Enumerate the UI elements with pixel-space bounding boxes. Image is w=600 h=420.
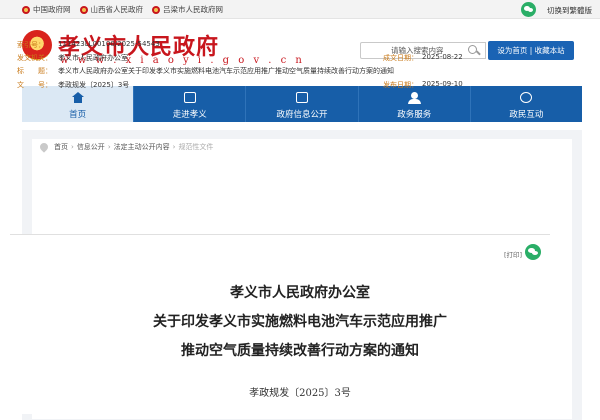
traditional-chinese-switch[interactable]: 切换到繁體版 bbox=[547, 5, 592, 16]
wechat-share-icon[interactable] bbox=[525, 244, 541, 260]
home-icon bbox=[71, 92, 84, 103]
wechat-icon[interactable] bbox=[521, 2, 536, 17]
breadcrumb-current[interactable]: 规范性文件 bbox=[178, 142, 213, 152]
nav-item-home[interactable]: 首页 bbox=[22, 86, 134, 122]
national-emblem-icon bbox=[22, 5, 30, 14]
meta-row-org: 发文机关： 孝义市人民政府办公室 成文日期： 2025-08-22 bbox=[17, 53, 527, 64]
person-icon bbox=[408, 92, 422, 104]
document-title-line: 孝义市人民政府办公室 bbox=[230, 285, 370, 301]
link-shanxi-gov[interactable]: 山西省人民政府 bbox=[79, 4, 143, 15]
breadcrumb-home[interactable]: 首页 bbox=[54, 142, 68, 152]
building-icon bbox=[183, 92, 196, 103]
meta-label: 索引号： bbox=[17, 41, 45, 49]
print-button[interactable]: [打印] bbox=[504, 249, 522, 259]
meta-row-title: 标 题： 孝义市人民政府办公室关于印发孝义市实施燃料电池汽车示范应用推广推动空气… bbox=[17, 66, 527, 77]
top-link-bar: 中国政府网 山西省人民政府 吕梁市人民政府网 切换到繁體版 bbox=[0, 0, 600, 19]
link-lvliang-gov[interactable]: 吕梁市人民政府网 bbox=[152, 4, 223, 15]
nav-item-gov-services[interactable]: 政务服务 bbox=[357, 86, 470, 122]
main-navigation: 首页 走进孝义 政府信息公开 政务服务 政民互动 bbox=[22, 86, 583, 122]
meta-value: 孝义市人民政府办公室 bbox=[58, 54, 128, 62]
breadcrumb: 首页 › 信息公开 › 法定主动公开内容 › 规范性文件 bbox=[38, 141, 213, 153]
document-number: 孝政规发〔2025〕3号 bbox=[249, 388, 351, 399]
national-emblem-icon bbox=[79, 5, 88, 14]
breadcrumb-separator: › bbox=[107, 143, 111, 151]
meta-label: 标 题： bbox=[17, 67, 52, 75]
meta-label: 文 号： bbox=[17, 81, 52, 89]
location-pin-icon bbox=[38, 141, 50, 153]
meta-label: 发文机关： bbox=[17, 54, 52, 62]
document-icon bbox=[296, 92, 308, 103]
meta-row-docnum: 文 号： 孝政规发〔2025〕3号 发布日期： 2025-09-10 bbox=[17, 80, 527, 91]
link-china-gov[interactable]: 中国政府网 bbox=[22, 4, 71, 15]
meta-value: 孝政规发〔2025〕3号 bbox=[58, 81, 130, 89]
national-emblem-icon bbox=[152, 5, 160, 14]
breadcrumb-info-disclosure[interactable]: 信息公开 bbox=[77, 142, 105, 152]
nav-item-gov-info-disclosure[interactable]: 政府信息公开 bbox=[245, 86, 358, 122]
document-title-line: 推动空气质量持续改善行动方案的通知 bbox=[181, 343, 419, 359]
breadcrumb-separator: › bbox=[71, 143, 74, 151]
meta-row-index: 索引号： 111423LL00100/2025-54543 bbox=[17, 40, 527, 51]
meta-label: 成文日期： bbox=[383, 54, 418, 62]
document-title-line: 关于印发孝义市实施燃料电池汽车示范应用推广 bbox=[153, 314, 447, 330]
meta-label: 发布日期： bbox=[383, 81, 418, 89]
breadcrumb-separator: › bbox=[172, 143, 176, 151]
meta-value: 孝义市人民政府办公室关于印发孝义市实施燃料电池汽车示范应用推广推动空气质量持续改… bbox=[58, 67, 394, 75]
nav-item-about-xiaoyi[interactable]: 走进孝义 bbox=[133, 86, 246, 122]
chat-bubble-icon bbox=[520, 92, 533, 103]
breadcrumb-statutory-content[interactable]: 法定主动公开内容 bbox=[114, 142, 170, 152]
meta-value: 2025-09-10 bbox=[422, 80, 463, 88]
meta-value: 2025-08-22 bbox=[422, 53, 463, 61]
nav-item-interaction[interactable]: 政民互动 bbox=[469, 86, 583, 122]
related-sites: 中国政府网 山西省人民政府 吕梁市人民政府网 bbox=[22, 4, 232, 15]
meta-value: 111423LL00100/2025-54543 bbox=[58, 40, 160, 48]
